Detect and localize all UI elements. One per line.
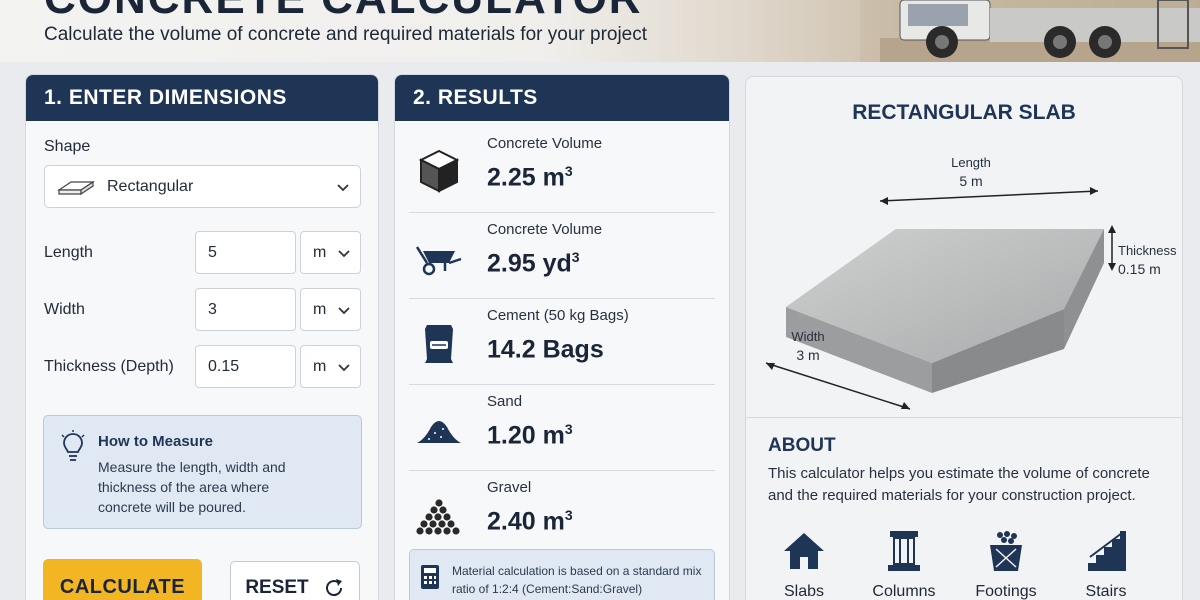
result-row: Gravel 2.40 m3 [409, 471, 715, 557]
thickness-dim-value: 0.15 m [1118, 261, 1161, 277]
mixer-truck-image [860, 0, 1200, 62]
width-label: Width [44, 301, 85, 318]
width-dim-label: Width [791, 329, 825, 344]
category-columns[interactable]: Columns [864, 529, 944, 600]
slab-title: RECTANGULAR SLAB [852, 101, 1076, 124]
result-row: Concrete Volume 2.95 yd3 [409, 213, 715, 299]
chevron-down-icon [337, 184, 349, 192]
length-input[interactable]: 5 [195, 231, 296, 274]
stairs-icon [1088, 531, 1126, 571]
width-unit-value: m [313, 300, 327, 318]
column-icon [888, 531, 920, 571]
result-row: Concrete Volume 2.25 m3 [409, 127, 715, 213]
shape-label: Shape [44, 138, 91, 155]
dimensions-heading: 1. ENTER DIMENSIONS [26, 75, 378, 121]
reset-button-label: RESET [245, 577, 309, 598]
length-dim-label: Length [951, 155, 991, 170]
width-unit-select[interactable]: m [300, 288, 361, 331]
results-panel: 2. RESULTS Concrete Volume 2.25 m3 Concr… [394, 74, 730, 600]
results-heading: 2. RESULTS [395, 75, 729, 121]
shape-select[interactable]: Rectangular [44, 165, 361, 208]
wheelbarrow-icon [415, 246, 462, 276]
about-text: This calculator helps you estimate the v… [768, 465, 1150, 504]
result-row: Sand 1.20 m3 [409, 385, 715, 471]
page-header: CONCRETE CALCULATOR Calculate the volume… [0, 0, 1200, 62]
category-stairs[interactable]: Stairs [1066, 529, 1146, 600]
result-value: 2.95 yd3 [487, 249, 580, 278]
page-title: CONCRETE CALCULATOR [44, 0, 643, 24]
cement-bag-icon [425, 325, 453, 363]
result-value: 1.20 m3 [487, 421, 573, 450]
gravel-pile-icon [415, 498, 461, 536]
category-footings[interactable]: Footings [966, 529, 1046, 600]
result-label: Cement (50 kg Bags) [487, 307, 629, 324]
result-label: Concrete Volume [487, 221, 603, 238]
category-label: Slabs [783, 583, 825, 600]
chevron-down-icon [338, 250, 350, 258]
about-title: ABOUT [768, 435, 836, 456]
width-input[interactable]: 3 [195, 288, 296, 331]
result-label: Concrete Volume [487, 135, 603, 152]
thickness-dim-label: Thickness [1118, 243, 1177, 258]
length-unit-value: m [313, 243, 327, 261]
thickness-label: Thickness (Depth) [44, 358, 174, 375]
result-value: 2.25 m3 [487, 163, 573, 192]
calculate-button[interactable]: CALCULATE [43, 559, 202, 600]
category-label: Footings [975, 583, 1037, 600]
category-label: Columns [872, 583, 936, 600]
footing-icon [990, 531, 1022, 571]
width-dim-value: 3 m [796, 347, 820, 363]
shape-select-value: Rectangular [107, 177, 194, 195]
thickness-unit-select[interactable]: m [300, 345, 361, 388]
thickness-unit-value: m [313, 357, 327, 375]
mix-ratio-note: Material calculation is based on a stand… [409, 549, 715, 600]
house-icon [784, 533, 824, 569]
thickness-input[interactable]: 0.15 [195, 345, 296, 388]
tip-text: Measure the length, width and thickness … [98, 459, 286, 515]
cube-icon [418, 149, 460, 193]
page-subtitle: Calculate the volume of concrete and req… [44, 24, 648, 45]
result-label: Sand [487, 393, 523, 410]
slab-preview-panel: RECTANGULAR SLAB Length 5 m Thickness 0.… [745, 76, 1183, 600]
result-label: Gravel [487, 479, 532, 496]
length-unit-select[interactable]: m [300, 231, 361, 274]
tip-title: How to Measure [98, 433, 214, 450]
mix-ratio-text: Material calculation is based on a stand… [452, 564, 702, 596]
calculator-icon [421, 565, 439, 589]
dimensions-panel: 1. ENTER DIMENSIONS Shape Rectangular Le… [25, 74, 379, 600]
divider [746, 417, 1182, 418]
result-value: 2.40 m3 [487, 507, 573, 536]
slab-shape-icon [57, 180, 95, 195]
category-label: Stairs [1085, 583, 1127, 600]
refresh-icon [325, 579, 342, 597]
reset-button[interactable]: RESET [230, 561, 360, 600]
sand-pile-icon [417, 421, 461, 443]
lightbulb-icon [61, 430, 85, 461]
category-slabs[interactable]: Slabs [764, 529, 844, 600]
chevron-down-icon [338, 364, 350, 372]
result-row: Cement (50 kg Bags) 14.2 Bags [409, 299, 715, 385]
how-to-measure-tip: How to Measure Measure the length, width… [43, 415, 362, 529]
result-value: 14.2 Bags [487, 335, 604, 364]
chevron-down-icon [338, 307, 350, 315]
length-label: Length [44, 244, 93, 261]
length-dim-value: 5 m [959, 173, 983, 189]
